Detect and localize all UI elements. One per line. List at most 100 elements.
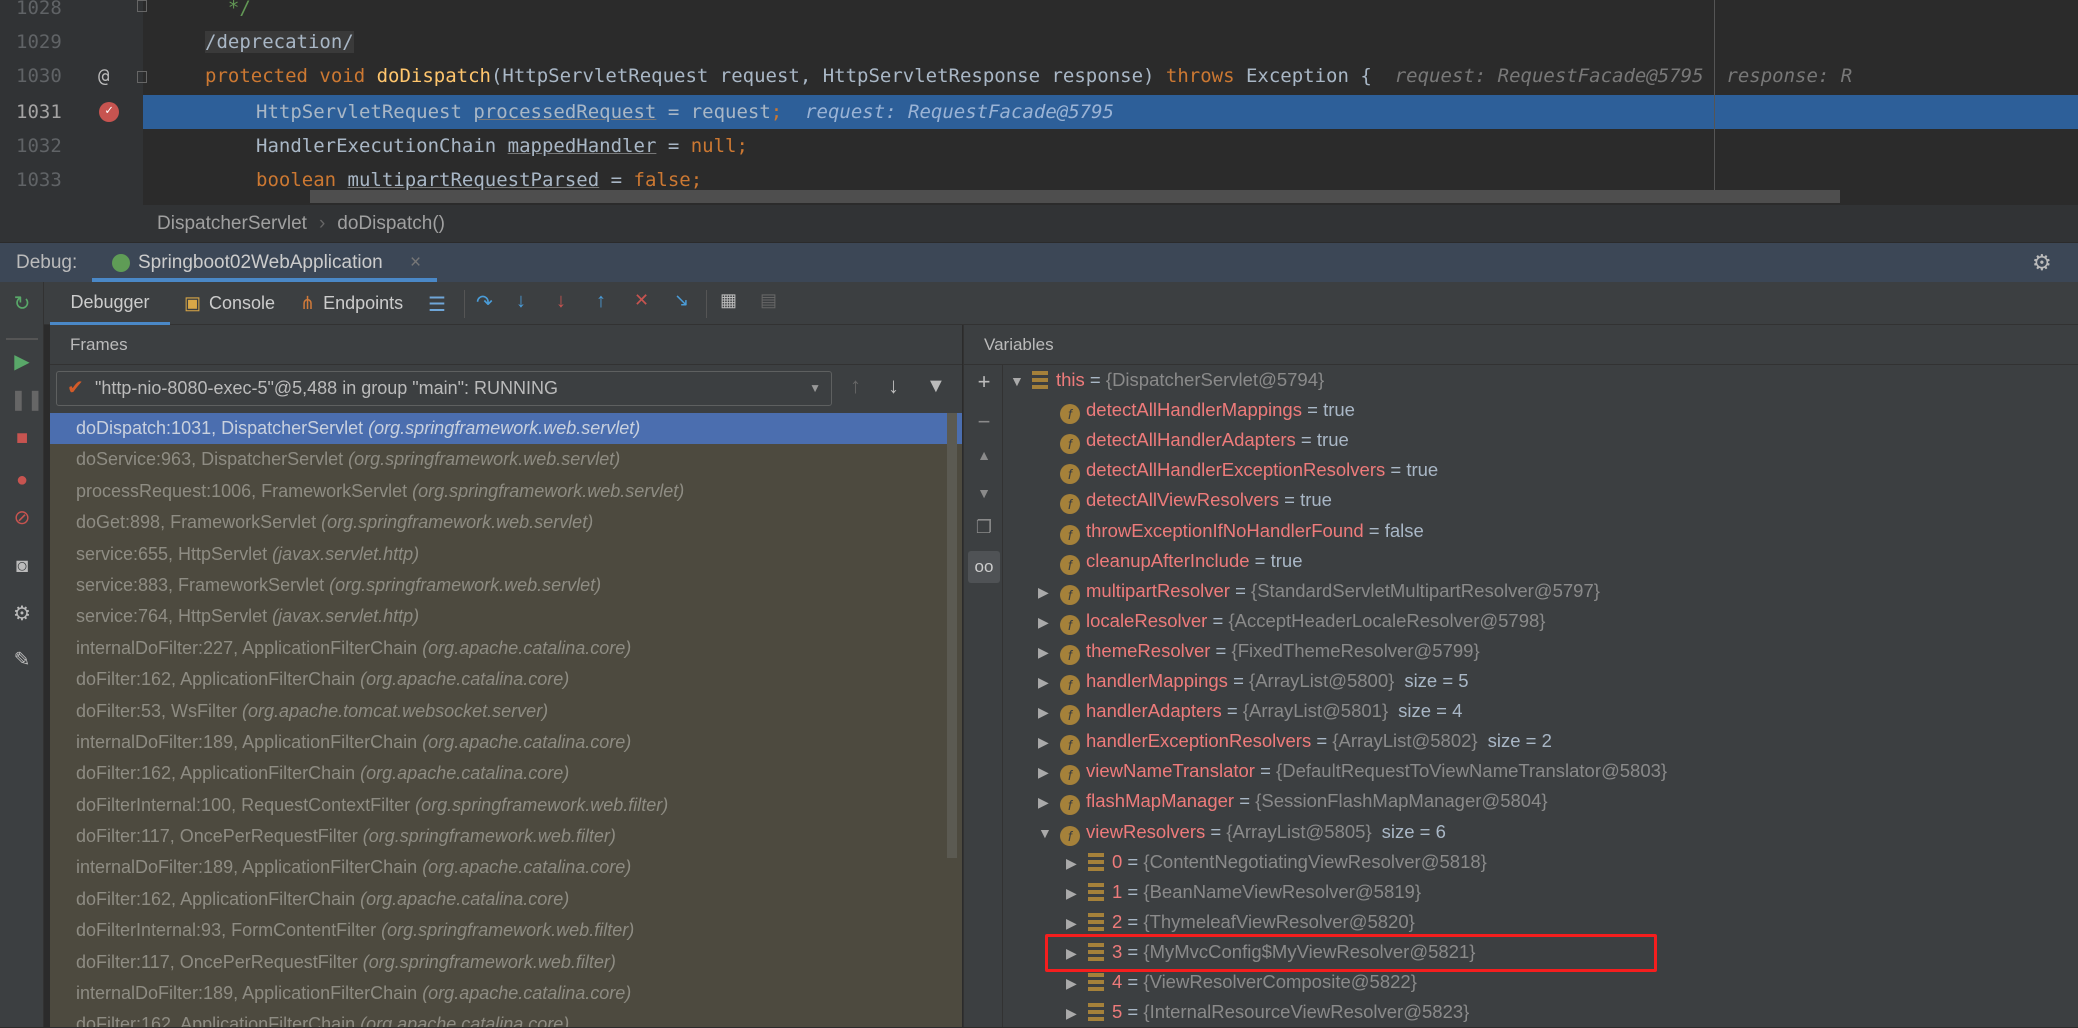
frame-row[interactable]: doFilterInternal:93, FormContentFilter (… [50, 915, 962, 946]
tab-springboot02webapplication[interactable]: Springboot02WebApplication × [92, 243, 437, 282]
breadcrumb-item[interactable]: DispatcherServlet [157, 213, 307, 234]
frame-row[interactable]: internalDoFilter:189, ApplicationFilterC… [50, 727, 962, 758]
frame-row[interactable]: doDispatch:1031, DispatcherServlet (org.… [50, 413, 962, 445]
frame-row[interactable]: doFilter:117, OncePerRequestFilter (org.… [50, 947, 962, 978]
variable-row[interactable]: f throwExceptionIfNoHandlerFound = false [1038, 516, 1424, 546]
drop-frame-icon[interactable]: ✕ [634, 290, 649, 311]
equals-sign: = [1210, 639, 1232, 661]
frame-row[interactable]: processRequest:1006, FrameworkServlet (o… [50, 476, 962, 507]
frame-method: doFilter:53, WsFilter [76, 700, 243, 721]
breakpoint-icon[interactable]: ✓ [99, 102, 119, 122]
variable-row[interactable]: f cleanupAfterInclude = true [1038, 546, 1303, 576]
variable-name: detectAllViewResolvers [1086, 489, 1279, 511]
variable-row[interactable]: ▶ f multipartResolver = {StandardServletMu… [1038, 576, 1600, 606]
expand-icon[interactable]: ▶ [1038, 637, 1060, 667]
variable-row[interactable]: ▶ 1 = {BeanNameViewResolver@5819} [1066, 877, 1421, 907]
frame-row[interactable]: internalDoFilter:189, ApplicationFilterC… [50, 978, 962, 1009]
variable-row[interactable]: ▶ f handlerExceptionResolvers = {ArrayList… [1038, 726, 1552, 756]
stop-icon[interactable]: ■ [10, 426, 34, 450]
frame-row[interactable]: internalDoFilter:189, ApplicationFilterC… [50, 852, 962, 883]
variable-row[interactable]: f detectAllHandlerExceptionResolvers = tr… [1038, 455, 1438, 485]
mute-breakpoints-icon[interactable]: ⊘ [10, 506, 34, 530]
copy-icon[interactable]: ❐ [972, 517, 996, 538]
pause-icon[interactable]: ❚❚ [10, 388, 44, 412]
expand-icon[interactable]: ▶ [1038, 757, 1060, 787]
variable-row[interactable]: ▶ f handlerAdapters = {ArrayList@5801} size… [1038, 696, 1462, 726]
view-breakpoints-icon[interactable]: ● [10, 468, 34, 492]
variable-row[interactable]: ▼ f viewResolvers = {ArrayList@5805} size =… [1038, 817, 1446, 847]
expand-icon[interactable]: ▶ [1066, 998, 1088, 1028]
move-up-icon[interactable]: ▲ [972, 447, 996, 463]
camera-icon[interactable]: ◙ [10, 554, 34, 578]
variable-row[interactable]: f detectAllViewResolvers = true [1038, 485, 1332, 515]
expand-icon[interactable]: ▶ [1038, 787, 1060, 817]
collapse-icon[interactable]: ▼ [1010, 366, 1032, 396]
filter-icon[interactable]: ▼ [926, 375, 946, 398]
thread-dropdown[interactable]: ✔ "http-nio-8080-exec-5"@5,488 in group … [56, 371, 832, 406]
code-editor[interactable]: 1028 1029 1030 1031 1032 1033 @ ✓ */ /de… [0, 0, 2078, 205]
expand-icon[interactable]: ▶ [1066, 848, 1088, 878]
move-down-icon[interactable]: ▼ [972, 485, 996, 501]
vertical-scrollbar[interactable] [947, 413, 957, 858]
code-line: */ [205, 0, 251, 19]
layout-icon[interactable]: ☰ [428, 292, 446, 317]
pin-icon[interactable]: ✎ [10, 648, 34, 672]
frame-row[interactable]: doFilter:162, ApplicationFilterChain (or… [50, 1009, 962, 1027]
variable-row[interactable]: f detectAllHandlerMappings = true [1038, 395, 1355, 425]
tab-debugger[interactable]: Debugger [50, 282, 170, 325]
variable-row[interactable]: ▶ f handlerMappings = {ArrayList@5800} size… [1038, 666, 1469, 696]
step-into-icon[interactable]: ↓ [516, 290, 526, 313]
frame-row[interactable]: doGet:898, FrameworkServlet (org.springf… [50, 507, 962, 538]
resume-icon[interactable]: ▶ [10, 350, 34, 374]
expand-icon[interactable]: ▶ [1038, 577, 1060, 607]
variable-row[interactable]: ▶ f localeResolver = {AcceptHeaderLocaleRe… [1038, 606, 1545, 636]
variable-row[interactable]: ▶ 5 = {InternalResourceViewResolver@5823} [1066, 997, 1469, 1027]
frame-row[interactable]: doFilterInternal:100, RequestContextFilt… [50, 790, 962, 821]
expand-icon[interactable]: ▶ [1038, 727, 1060, 757]
frame-row[interactable]: internalDoFilter:227, ApplicationFilterC… [50, 633, 962, 664]
expand-icon[interactable]: ▶ [1038, 697, 1060, 727]
horizontal-scrollbar[interactable] [310, 190, 1840, 203]
expand-icon[interactable]: ▶ [1038, 607, 1060, 637]
arrow-down-icon[interactable]: ↓ [888, 373, 899, 399]
expand-icon[interactable]: ▶ [1066, 878, 1088, 908]
evaluate-expression-icon[interactable]: ▦ [720, 290, 737, 311]
tab-console[interactable]: ▣ Console [184, 282, 275, 325]
frame-row[interactable]: doFilter:53, WsFilter (org.apache.tomcat… [50, 696, 962, 727]
force-step-into-icon[interactable]: ↓ [556, 290, 566, 313]
frame-method: service:655, HttpServlet [76, 543, 273, 564]
collapse-icon[interactable]: ▼ [1038, 818, 1060, 848]
frame-row[interactable]: service:764, HttpServlet (javax.servlet.… [50, 601, 962, 632]
add-watch-icon[interactable]: + [972, 369, 996, 395]
variable-row[interactable]: ▶ 2 = {ThymeleafViewResolver@5820} [1066, 907, 1415, 937]
arrow-up-icon[interactable]: ↑ [850, 373, 861, 399]
rerun-icon[interactable]: ↻ [10, 292, 34, 316]
frame-row[interactable]: doService:963, DispatcherServlet (org.sp… [50, 444, 962, 475]
variable-row[interactable]: ▶ 0 = {ContentNegotiatingViewResolver@581… [1066, 847, 1487, 877]
variable-row[interactable]: ▼ this = {DispatcherServlet@5794} [1010, 365, 1324, 395]
expand-icon[interactable]: ▶ [1066, 968, 1088, 998]
expand-icon[interactable]: ▶ [1038, 667, 1060, 697]
frame-row[interactable]: doFilter:162, ApplicationFilterChain (or… [50, 664, 962, 695]
frame-row[interactable]: doFilter:117, OncePerRequestFilter (org.… [50, 821, 962, 852]
step-out-icon[interactable]: ↑ [596, 290, 606, 313]
override-marker-icon[interactable]: @ [98, 59, 109, 93]
variable-row[interactable]: ▶ f flashMapManager = {SessionFlashMapMana… [1038, 786, 1548, 816]
trace-icon[interactable]: ▤ [760, 290, 777, 311]
tab-endpoints[interactable]: ⋔ Endpoints [300, 282, 403, 325]
watches-glasses-icon[interactable]: oo [968, 551, 1000, 583]
run-to-cursor-icon[interactable]: ↘ [674, 290, 689, 311]
settings-icon[interactable]: ⚙ [10, 602, 34, 626]
variable-row[interactable]: f detectAllHandlerAdapters = true [1038, 425, 1349, 455]
variable-row[interactable]: ▶ f themeResolver = {FixedThemeResolver@57… [1038, 636, 1480, 666]
frame-row[interactable]: doFilter:162, ApplicationFilterChain (or… [50, 884, 962, 915]
breadcrumb-item[interactable]: doDispatch() [337, 213, 445, 234]
remove-watch-icon[interactable]: − [972, 409, 996, 435]
frame-row[interactable]: service:655, HttpServlet (javax.servlet.… [50, 539, 962, 570]
frame-row[interactable]: doFilter:162, ApplicationFilterChain (or… [50, 758, 962, 789]
variable-row[interactable]: ▶ f viewNameTranslator = {DefaultRequestTo… [1038, 756, 1667, 786]
step-over-icon[interactable]: ↷ [476, 290, 493, 315]
frame-row[interactable]: service:883, FrameworkServlet (org.sprin… [50, 570, 962, 601]
gear-icon[interactable]: ⚙ [2032, 243, 2052, 282]
close-icon[interactable]: × [410, 243, 421, 282]
